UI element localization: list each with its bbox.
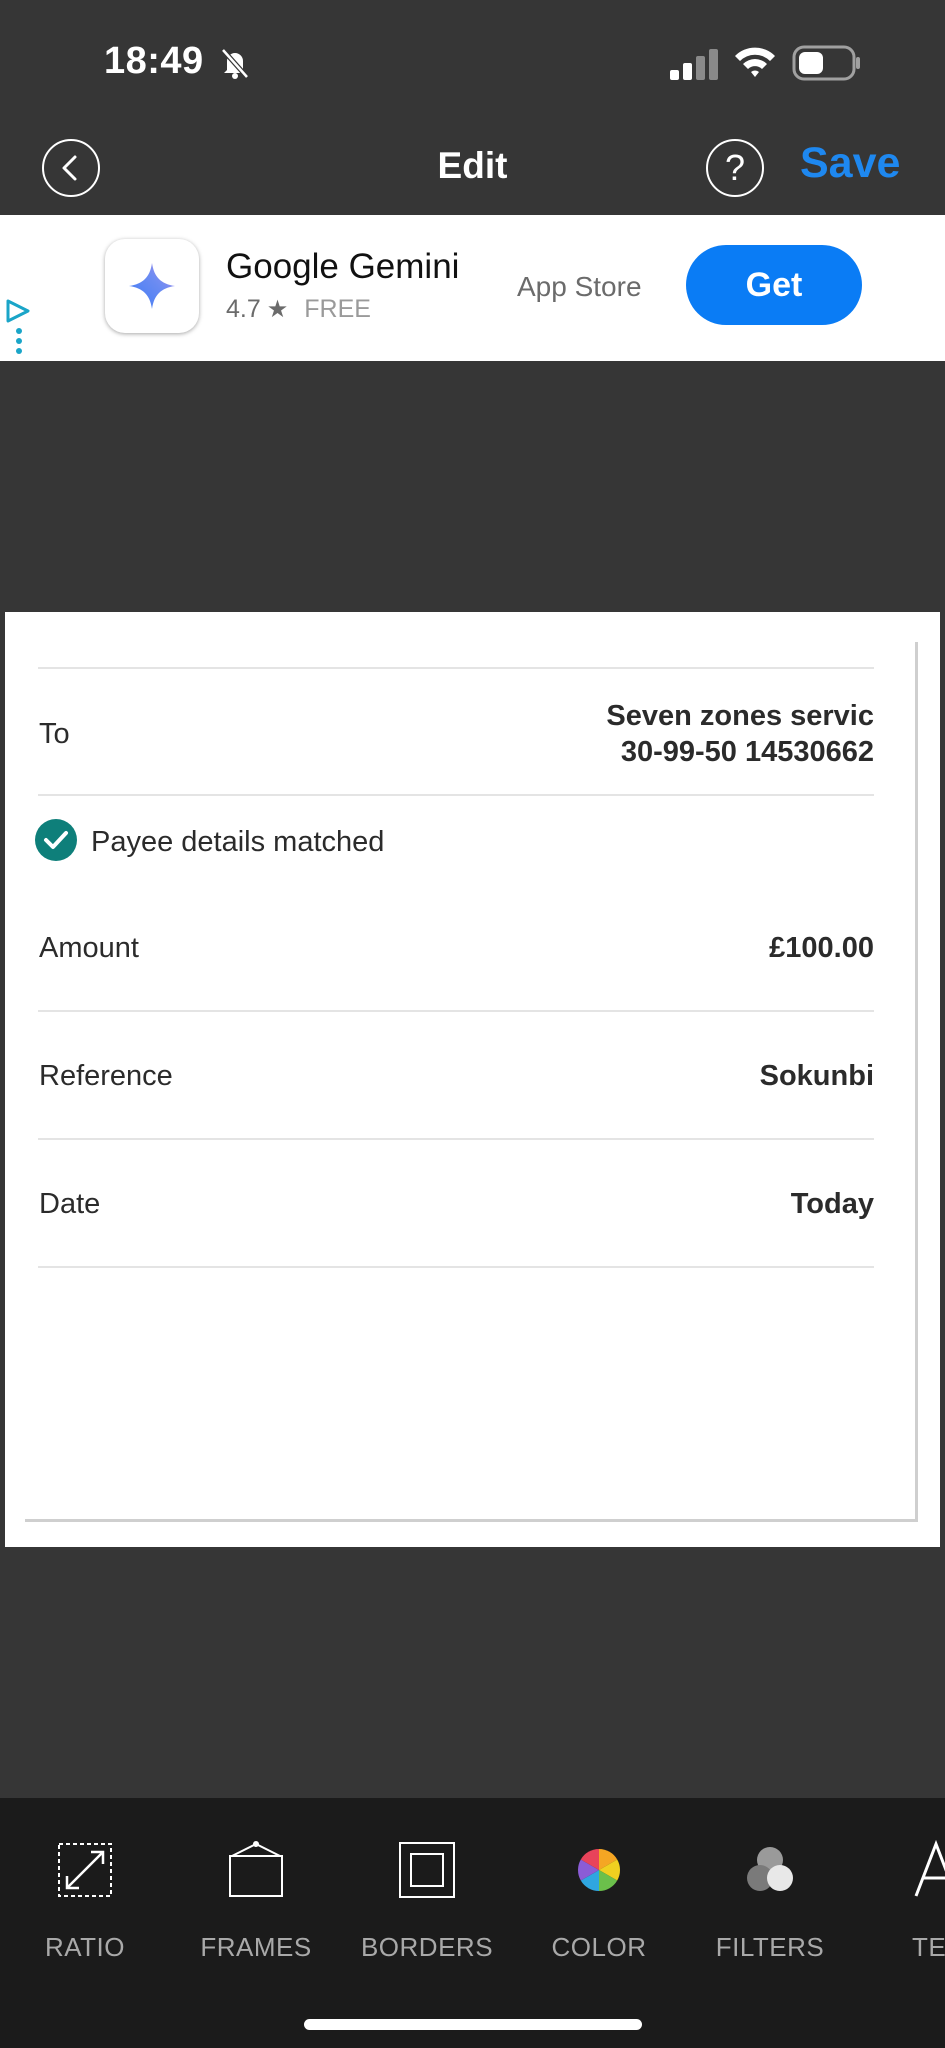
edit-toolbar: RATIO FRAMES BORDERS COLOR FILTERS TE xyxy=(0,1798,945,2048)
status-bar: 18:49 xyxy=(0,0,945,125)
ad-price: FREE xyxy=(304,295,371,323)
borders-icon xyxy=(399,1842,455,1898)
cellular-signal-icon xyxy=(670,49,718,80)
tool-filters[interactable]: FILTERS xyxy=(690,1838,850,1963)
ad-choices-icon[interactable] xyxy=(4,295,34,359)
ad-banner[interactable]: Google Gemini 4.7 ★ FREE App Store Get xyxy=(0,215,945,361)
tool-label: FILTERS xyxy=(715,1932,825,1962)
payee-match-text: Payee details matched xyxy=(91,826,385,858)
divider xyxy=(38,667,874,669)
ad-rating-line: 4.7 ★ FREE xyxy=(226,295,371,324)
bell-muted-icon xyxy=(221,48,249,79)
tool-label: BORDERS xyxy=(360,1932,494,1962)
payee-account: 30-99-50 14530662 xyxy=(620,736,874,768)
divider xyxy=(38,794,874,796)
ad-app-name[interactable]: Google Gemini xyxy=(226,247,459,287)
tool-text[interactable]: TEX xyxy=(860,1838,945,1963)
divider xyxy=(38,1010,874,1012)
save-button[interactable]: Save xyxy=(800,139,900,188)
payee-name: Seven zones servic xyxy=(606,700,874,732)
gemini-sparkle-icon xyxy=(129,263,175,309)
ad-rating: 4.7 xyxy=(226,295,261,323)
app-icon[interactable] xyxy=(105,239,199,333)
frames-icon xyxy=(229,1841,283,1897)
check-circle-icon xyxy=(35,819,77,861)
nav-bar: Edit ? Save xyxy=(0,125,945,215)
amount-label: Amount xyxy=(39,932,139,964)
divider xyxy=(38,1266,874,1268)
to-label: To xyxy=(39,718,70,750)
tool-label: COLOR xyxy=(551,1932,647,1962)
status-time: 18:49 xyxy=(104,40,204,82)
tool-label: FRAMES xyxy=(200,1932,312,1962)
tool-borders[interactable]: BORDERS xyxy=(347,1838,507,1963)
battery-icon xyxy=(792,45,860,81)
date-label: Date xyxy=(39,1188,101,1220)
document-image[interactable]: To Seven zones servic 30-99-50 14530662 … xyxy=(5,612,940,1547)
amount-value: £100.00 xyxy=(769,932,874,964)
tool-label: RATIO xyxy=(44,1932,126,1962)
tool-ratio[interactable]: RATIO xyxy=(5,1838,165,1963)
star-icon: ★ xyxy=(266,296,289,323)
date-value: Today xyxy=(790,1188,874,1220)
divider xyxy=(38,1138,874,1140)
tool-color[interactable]: COLOR xyxy=(519,1838,679,1963)
ratio-icon xyxy=(58,1843,112,1897)
tool-frames[interactable]: FRAMES xyxy=(176,1838,336,1963)
wifi-icon xyxy=(735,47,775,77)
reference-value: Sokunbi xyxy=(759,1060,874,1092)
get-button[interactable]: Get xyxy=(686,245,862,325)
tool-label: TEX xyxy=(912,1932,945,1962)
filters-icon xyxy=(747,1847,793,1891)
help-button[interactable]: ? xyxy=(706,139,764,197)
ad-store-label: App Store xyxy=(517,271,642,302)
home-indicator[interactable] xyxy=(304,2019,642,2030)
reference-label: Reference xyxy=(39,1060,173,1092)
color-wheel-icon xyxy=(577,1849,621,1891)
text-icon xyxy=(914,1839,945,1897)
